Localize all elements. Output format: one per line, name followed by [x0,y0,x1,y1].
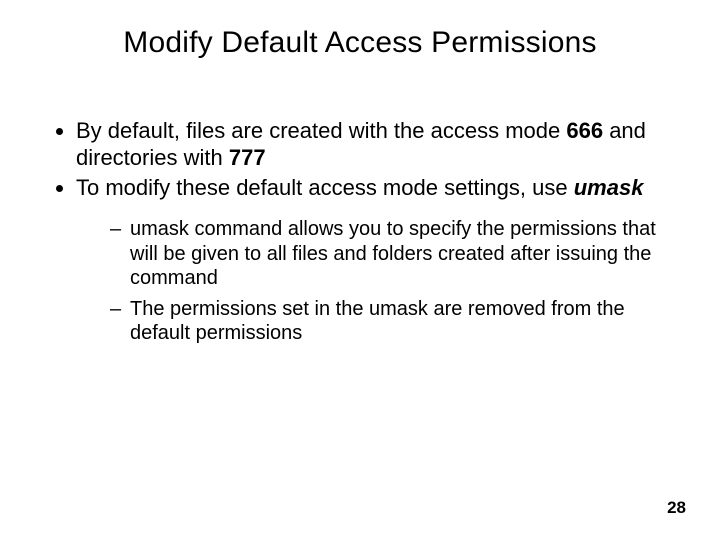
text: The permissions set in the umask are rem… [130,298,625,344]
slide: Modify Default Access Permissions By def… [0,0,720,540]
command-name: umask [574,175,644,200]
list-item: The permissions set in the umask are rem… [110,297,660,346]
text: To modify these default access mode sett… [76,175,574,200]
text: umask command allows you to specify the … [130,218,656,289]
page-number: 28 [667,498,686,518]
list-item: By default, files are created with the a… [76,118,660,172]
slide-title: Modify Default Access Permissions [0,26,720,60]
bullet-list-level1: By default, files are created with the a… [50,118,720,345]
list-item: To modify these default access mode sett… [76,175,660,346]
bullet-list-level2: umask command allows you to specify the … [110,217,660,345]
list-item: umask command allows you to specify the … [110,217,660,290]
mode-value: 666 [566,118,603,143]
mode-value: 777 [229,145,266,170]
text: By default, files are created with the a… [76,118,566,143]
